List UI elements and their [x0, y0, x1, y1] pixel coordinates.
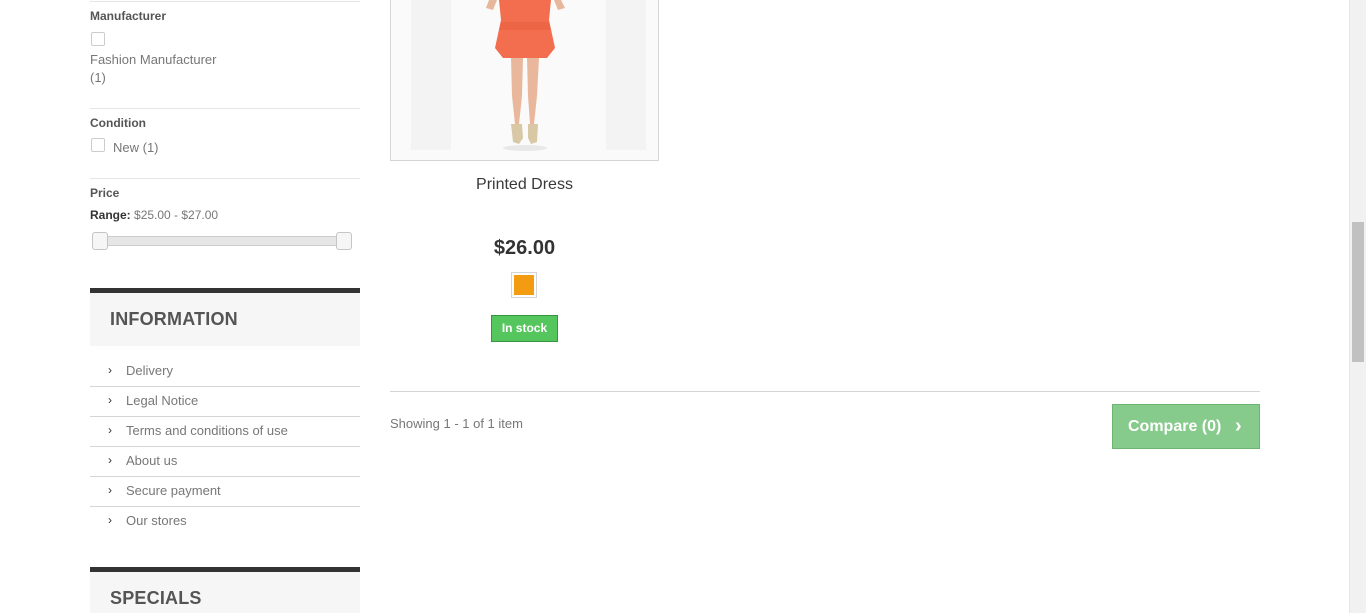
scrollbar-thumb[interactable]: [1352, 222, 1364, 362]
price-slider-max-handle[interactable]: [336, 232, 352, 250]
info-link-about-us[interactable]: › About us: [90, 447, 360, 477]
compare-button[interactable]: Compare (0) ›: [1112, 404, 1260, 449]
product-price: $26.00: [493, 237, 556, 259]
info-link-label[interactable]: Legal Notice: [126, 393, 198, 408]
info-link-label[interactable]: Terms and conditions of use: [126, 423, 288, 438]
color-swatch-orange[interactable]: [511, 272, 537, 298]
product-count-text: Showing 1 - 1 of 1 item: [390, 416, 523, 431]
info-link-legal-notice[interactable]: › Legal Notice: [90, 387, 360, 417]
price-slider-min-handle[interactable]: [92, 232, 108, 250]
price-range-value: $25.00 - $27.00: [134, 208, 219, 222]
condition-new-label[interactable]: New (1): [113, 139, 159, 157]
manufacturer-checkbox[interactable]: [91, 32, 105, 46]
compare-button-label: Compare (0): [1128, 418, 1222, 435]
filter-divider: [90, 1, 360, 2]
price-slider-track[interactable]: [95, 236, 345, 246]
chevron-right-icon: ›: [108, 423, 112, 437]
info-link-secure-payment[interactable]: › Secure payment: [90, 477, 360, 507]
filter-divider: [90, 178, 360, 179]
chevron-right-icon: ›: [108, 363, 112, 377]
product-name-link[interactable]: Printed Dress: [390, 176, 659, 194]
filter-divider: [90, 108, 360, 109]
specials-block-title: SPECIALS: [110, 588, 202, 608]
condition-filter-title: Condition: [90, 116, 146, 130]
info-link-delivery[interactable]: › Delivery: [90, 357, 360, 387]
price-range-text: Range: $25.00 - $27.00: [90, 208, 218, 222]
chevron-right-icon: ›: [1235, 415, 1242, 437]
info-link-label[interactable]: Our stores: [126, 513, 187, 528]
specials-block-header[interactable]: SPECIALS: [90, 567, 360, 613]
price-range-label: Range:: [90, 208, 131, 222]
page-scrollbar[interactable]: [1349, 0, 1366, 613]
manufacturer-option-label[interactable]: Fashion Manufacturer: [90, 51, 216, 69]
information-block-title: INFORMATION: [110, 309, 238, 329]
left-column: Manufacturer Fashion Manufacturer (1) Co…: [90, 0, 360, 613]
price-filter-title: Price: [90, 186, 120, 200]
chevron-right-icon: ›: [108, 393, 112, 407]
chevron-right-icon: ›: [108, 513, 112, 527]
condition-new-checkbox[interactable]: [91, 138, 105, 152]
manufacturer-option-count: (1): [90, 70, 106, 85]
info-link-terms[interactable]: › Terms and conditions of use: [90, 417, 360, 447]
info-link-label[interactable]: Delivery: [126, 363, 173, 378]
swatch-color-fill: [514, 275, 534, 295]
manufacturer-filter-title: Manufacturer: [90, 9, 167, 23]
product-image[interactable]: [390, 0, 659, 161]
info-link-label[interactable]: About us: [126, 453, 177, 468]
in-stock-badge: In stock: [491, 315, 558, 342]
dress-model-image: [391, 0, 658, 160]
information-block-header[interactable]: INFORMATION: [90, 288, 360, 346]
chevron-right-icon: ›: [108, 453, 112, 467]
info-link-our-stores[interactable]: › Our stores: [90, 507, 360, 537]
chevron-right-icon: ›: [108, 483, 112, 497]
listing-divider: [390, 391, 1260, 392]
info-link-label[interactable]: Secure payment: [126, 483, 221, 498]
